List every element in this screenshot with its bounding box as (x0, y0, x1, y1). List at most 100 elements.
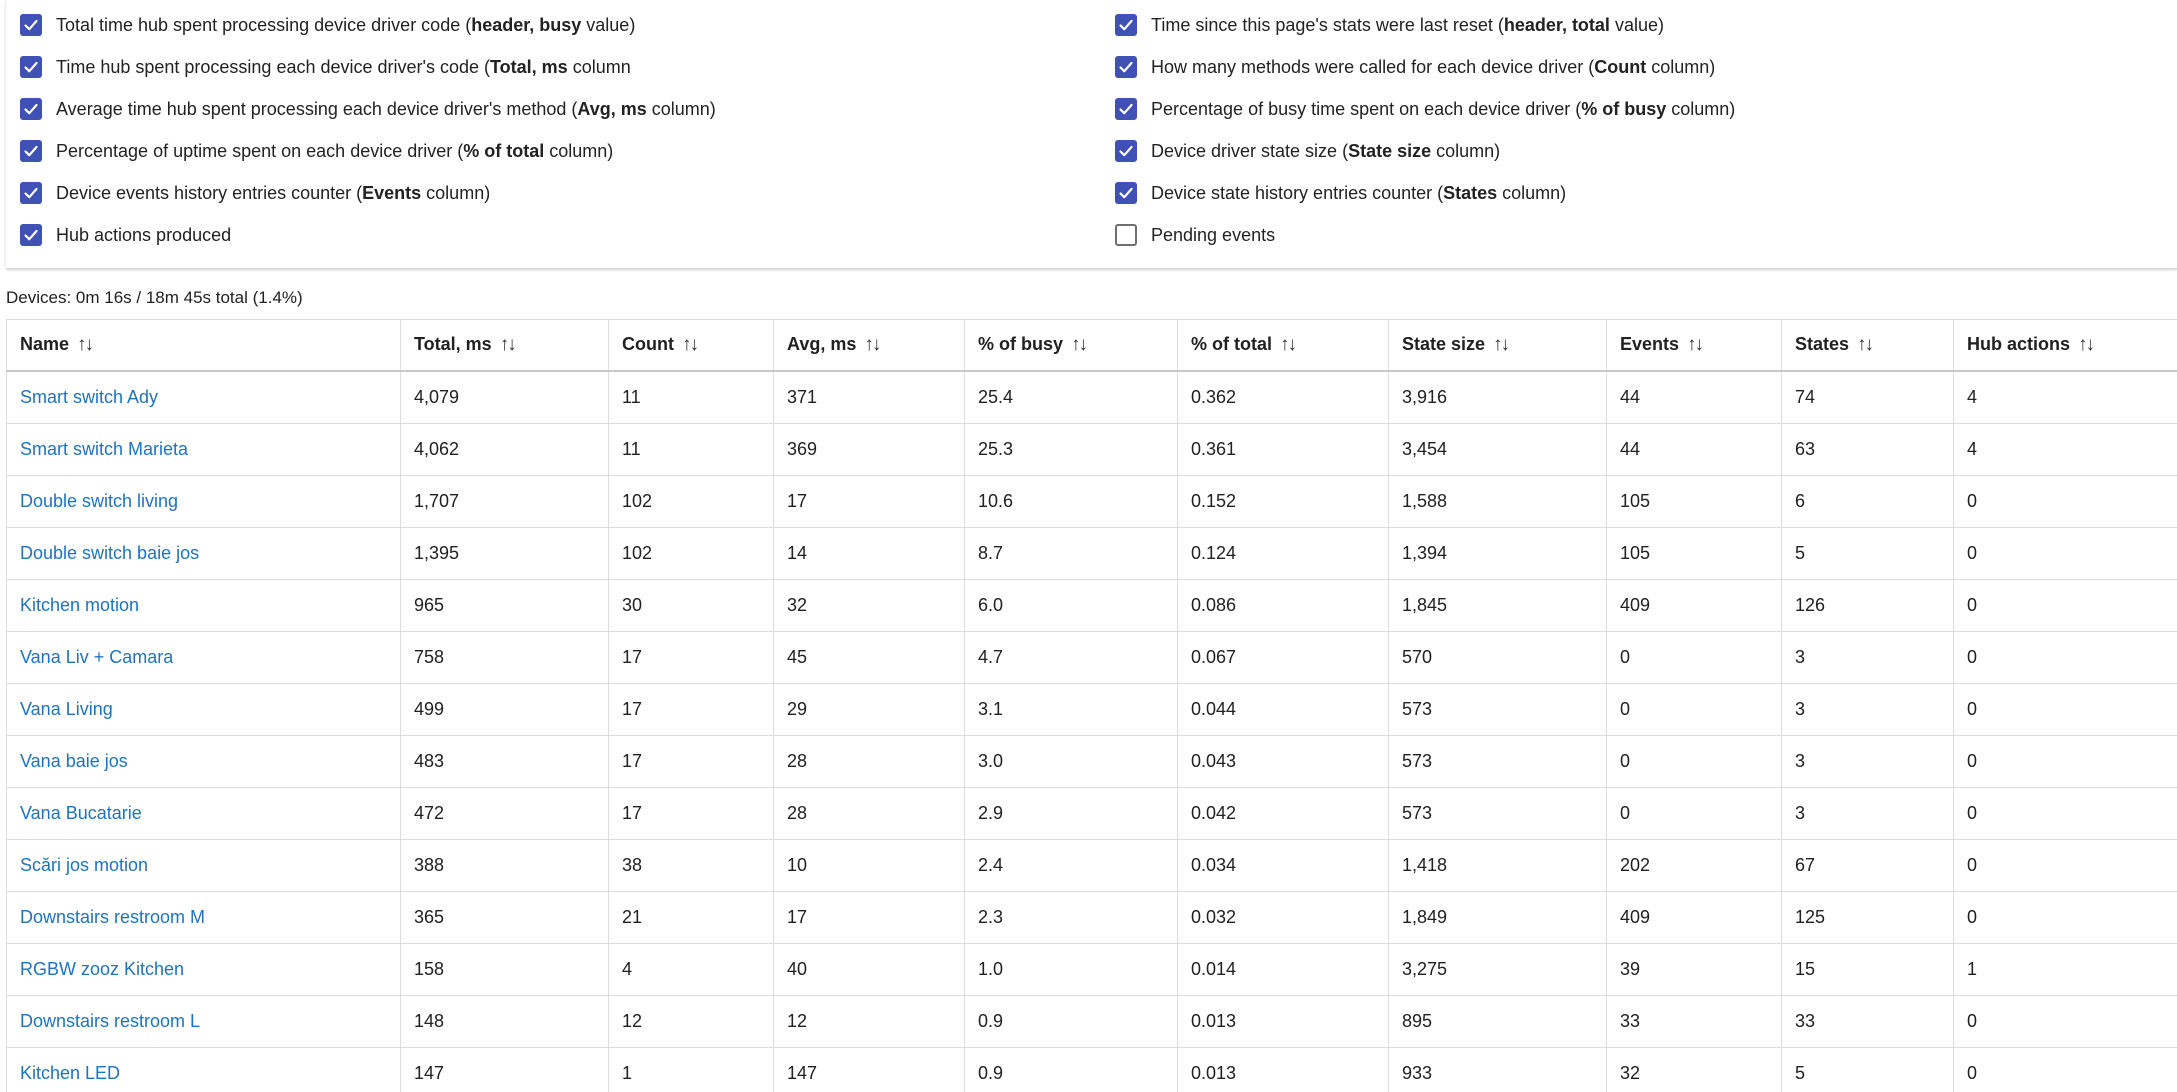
option-3[interactable]: How many methods were called for each de… (1115, 51, 1715, 83)
column-header-7[interactable]: Events ↑↓ (1606, 319, 1782, 372)
checkbox-checked[interactable] (1115, 14, 1137, 36)
checkbox-checked[interactable] (1115, 182, 1137, 204)
checkbox-checked[interactable] (1115, 98, 1137, 120)
option-2[interactable]: Time hub spent processing each device dr… (20, 51, 631, 83)
option-4[interactable]: Average time hub spent processing each d… (20, 93, 716, 125)
table-cell: Double switch living (6, 475, 401, 528)
checkbox-checked[interactable] (1115, 140, 1137, 162)
option-0[interactable]: Total time hub spent processing device d… (20, 9, 635, 41)
column-header-1[interactable]: Total, ms ↑↓ (400, 319, 609, 372)
table-cell: 63 (1781, 423, 1954, 476)
table-cell: 499 (400, 683, 609, 736)
table-row: Smart switch Marieta 4,062 11 369 25.3 0.361 3… (6, 423, 2177, 476)
device-link[interactable]: RGBW zooz Kitchen (20, 959, 184, 979)
option-label: Total time hub spent processing device d… (56, 14, 636, 35)
check-icon (24, 19, 38, 31)
checkbox-checked[interactable] (20, 224, 42, 246)
table-row: Double switch living 1,707 102 17 10.6 0.152 1… (6, 475, 2177, 528)
table-cell: 44 (1606, 370, 1782, 424)
table-cell: Downstairs restroom L (6, 995, 401, 1048)
column-header-4[interactable]: % of busy ↑↓ (964, 319, 1178, 372)
table-cell: 0.124 (1177, 527, 1389, 580)
sort-icon[interactable]: ↑↓ (1071, 334, 1088, 356)
table-cell: 6.0 (964, 579, 1178, 632)
option-5[interactable]: Percentage of busy time spent on each de… (1115, 93, 1735, 125)
device-link[interactable]: Smart switch Ady (20, 387, 158, 407)
column-header-5[interactable]: % of total ↑↓ (1177, 319, 1389, 372)
table-cell: 28 (773, 787, 965, 840)
sort-icon[interactable]: ↑↓ (1687, 334, 1704, 356)
sort-icon[interactable]: ↑↓ (1857, 334, 1874, 356)
table-cell: 21 (608, 891, 774, 944)
column-header-3[interactable]: Avg, ms ↑↓ (773, 319, 965, 372)
option-8[interactable]: Device events history entries counter (E… (20, 177, 490, 209)
table-row: Downstairs restroom M 365 21 17 2.3 0.032 1,84… (6, 891, 2177, 944)
device-link[interactable]: Scări jos motion (20, 855, 148, 875)
table-row: Double switch baie jos 1,395 102 14 8.7 0.124… (6, 527, 2177, 580)
checkbox-unchecked[interactable] (1115, 224, 1137, 246)
option-label: Device state history entries counter (St… (1151, 182, 1567, 203)
device-link[interactable]: Vana baie jos (20, 751, 128, 771)
table-cell: 147 (773, 1047, 965, 1092)
column-header-8[interactable]: States ↑↓ (1781, 319, 1954, 372)
checkbox-checked[interactable] (20, 98, 42, 120)
table-cell: 4 (608, 943, 774, 996)
column-header-9[interactable]: Hub actions ↑↓ (1953, 319, 2177, 372)
sort-icon[interactable]: ↑↓ (1493, 334, 1510, 356)
option-10[interactable]: Hub actions produced (20, 219, 231, 251)
sort-icon[interactable]: ↑↓ (77, 334, 94, 356)
option-label: Average time hub spent processing each d… (56, 98, 716, 119)
table-row: Smart switch Ady 4,079 11 371 25.4 0.362 3,916… (6, 370, 2177, 424)
table-cell: 758 (400, 631, 609, 684)
device-link[interactable]: Downstairs restroom M (20, 907, 205, 927)
device-link[interactable]: Vana Bucatarie (20, 803, 142, 823)
table-body: Smart switch Ady 4,079 11 371 25.4 0.362 3,916… (6, 370, 2177, 1092)
checkbox-checked[interactable] (20, 140, 42, 162)
device-link[interactable]: Smart switch Marieta (20, 439, 188, 459)
table-cell: 3,454 (1388, 423, 1607, 476)
sort-icon[interactable]: ↑↓ (500, 334, 517, 356)
checkbox-checked[interactable] (1115, 56, 1137, 78)
checkbox-checked[interactable] (20, 56, 42, 78)
table-cell: 29 (773, 683, 965, 736)
column-header-0[interactable]: Name ↑↓ (6, 319, 401, 372)
device-link[interactable]: Double switch living (20, 491, 178, 511)
check-icon (1119, 187, 1133, 199)
check-icon (1119, 145, 1133, 157)
table-cell: 0 (1953, 683, 2177, 736)
device-link[interactable]: Kitchen motion (20, 595, 139, 615)
sort-icon[interactable]: ↑↓ (864, 334, 881, 356)
table-cell: 0.152 (1177, 475, 1389, 528)
sort-icon[interactable]: ↑↓ (2078, 334, 2095, 356)
device-link[interactable]: Vana Living (20, 699, 113, 719)
column-header-6[interactable]: State size ↑↓ (1388, 319, 1607, 372)
sort-icon[interactable]: ↑↓ (1280, 334, 1297, 356)
table-cell: 5 (1781, 527, 1954, 580)
device-link[interactable]: Kitchen LED (20, 1063, 120, 1083)
option-1[interactable]: Time since this page's stats were last r… (1115, 9, 1664, 41)
table-cell: Kitchen LED (6, 1047, 401, 1092)
table-cell: 1,395 (400, 527, 609, 580)
checkbox-checked[interactable] (20, 182, 42, 204)
table-cell: 0 (1953, 839, 2177, 892)
checkbox-checked[interactable] (20, 14, 42, 36)
table-cell: 30 (608, 579, 774, 632)
table-cell: 573 (1388, 735, 1607, 788)
table-cell: 0.362 (1177, 370, 1389, 424)
table-cell: Scări jos motion (6, 839, 401, 892)
device-link[interactable]: Downstairs restroom L (20, 1011, 200, 1031)
device-link[interactable]: Double switch baie jos (20, 543, 199, 563)
option-9[interactable]: Device state history entries counter (St… (1115, 177, 1566, 209)
option-7[interactable]: Device driver state size (State size col… (1115, 135, 1500, 167)
table-cell: 126 (1781, 579, 1954, 632)
check-icon (24, 229, 38, 241)
table-cell: 67 (1781, 839, 1954, 892)
sort-icon[interactable]: ↑↓ (682, 334, 699, 356)
option-6[interactable]: Percentage of uptime spent on each devic… (20, 135, 613, 167)
option-11[interactable]: Pending events (1115, 219, 1275, 251)
table-cell: 0 (1953, 1047, 2177, 1092)
table-cell: 0.9 (964, 995, 1178, 1048)
device-link[interactable]: Vana Liv + Camara (20, 647, 173, 667)
column-header-2[interactable]: Count ↑↓ (608, 319, 774, 372)
table-cell: 3 (1781, 787, 1954, 840)
